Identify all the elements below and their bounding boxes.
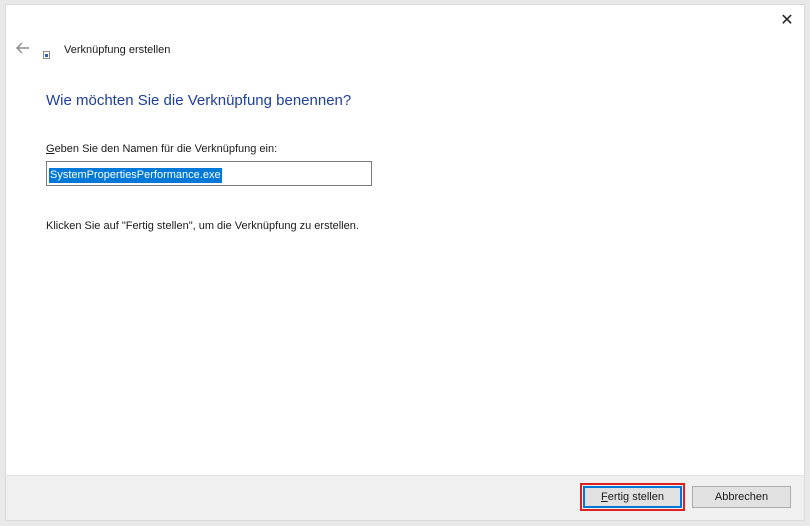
shortcut-name-value: SystemPropertiesPerformance.exe xyxy=(49,168,222,183)
close-icon: ✕ xyxy=(780,12,794,29)
finish-access-key: F xyxy=(601,491,608,503)
instruction-text: Klicken Sie auf "Fertig stellen", um die… xyxy=(46,220,359,232)
cancel-button[interactable]: Abbrechen xyxy=(692,486,791,508)
back-button[interactable] xyxy=(14,40,32,56)
name-field-label: Geben Sie den Namen für die Verknüpfung … xyxy=(46,143,277,155)
name-field-label-text: eben Sie den Namen für die Verknüpfung e… xyxy=(54,143,278,155)
shortcut-icon xyxy=(43,51,50,59)
access-key-letter: G xyxy=(46,143,55,155)
wizard-title: Verknüpfung erstellen xyxy=(64,44,171,56)
wizard-window: ✕ Verknüpfung erstellen Wie möchten Sie … xyxy=(5,4,805,521)
shortcut-name-input[interactable]: SystemPropertiesPerformance.exe xyxy=(46,161,372,186)
close-button[interactable]: ✕ xyxy=(776,9,798,31)
page-heading: Wie möchten Sie die Verknüpfung benennen… xyxy=(46,92,352,109)
finish-button[interactable]: Fertig stellen xyxy=(580,483,685,511)
finish-label: ertig stellen xyxy=(607,491,664,503)
button-bar: Fertig stellen Abbrechen xyxy=(6,475,804,520)
arrow-left-icon xyxy=(16,42,29,54)
